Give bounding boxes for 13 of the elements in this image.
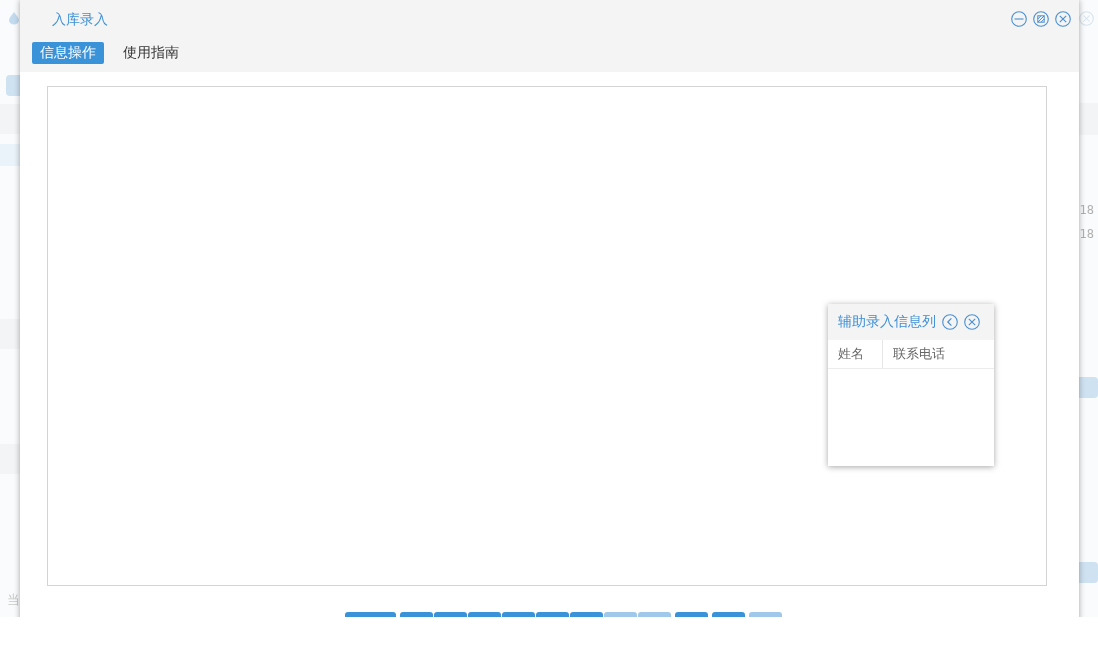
column-header: 联系电话 — [882, 340, 994, 368]
close-icon[interactable] — [964, 314, 980, 330]
selected-row — [0, 144, 20, 166]
logo-icon — [8, 11, 20, 25]
table-cell: 18 — [1079, 203, 1094, 217]
column-header: 姓名 — [837, 345, 865, 363]
chevron-left-icon[interactable] — [942, 314, 958, 330]
tab[interactable]: 使用指南 — [115, 42, 187, 64]
minimize-icon[interactable] — [1011, 11, 1027, 27]
panel-title: 辅助录入信息列 — [838, 313, 936, 331]
table-cell: 18 — [1079, 227, 1094, 241]
close-icon[interactable] — [1055, 11, 1071, 27]
dialog-title: 入库录入 — [52, 10, 108, 28]
